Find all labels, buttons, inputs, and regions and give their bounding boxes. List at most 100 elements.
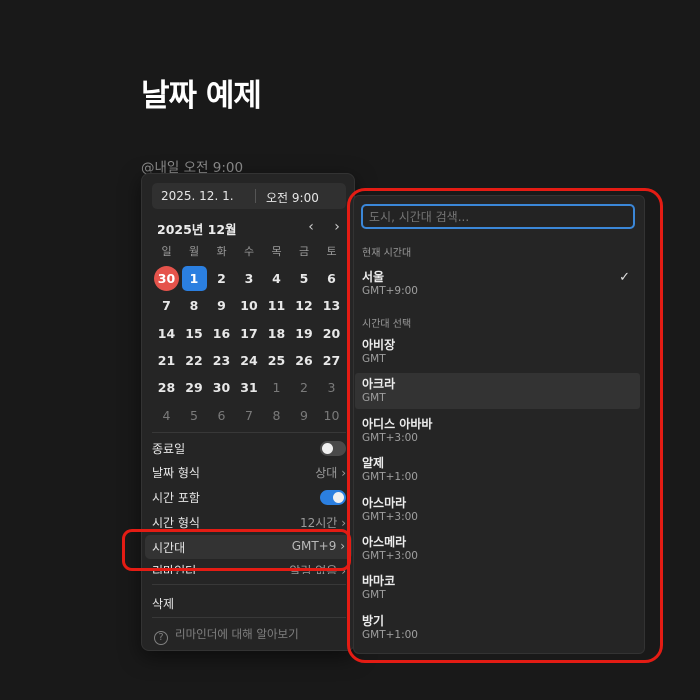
calendar-day[interactable]: 29 xyxy=(182,375,207,400)
page-title: 날짜 예제 xyxy=(141,78,262,114)
weekday-label: 금 xyxy=(298,245,310,258)
end-date-toggle[interactable] xyxy=(320,441,346,456)
calendar-day[interactable]: 15 xyxy=(182,321,207,346)
timezone-item[interactable]: 아비장 GMT xyxy=(355,334,640,370)
calendar-day[interactable]: 3 xyxy=(237,266,262,291)
calendar-day[interactable]: 5 xyxy=(292,266,317,291)
date-input[interactable]: 2025. 12. 1. xyxy=(161,189,234,203)
date-format-label: 날짜 형식 xyxy=(152,466,200,480)
timezone-row[interactable]: 시간대 GMT+9 › xyxy=(145,535,352,559)
calendar-day[interactable]: 10 xyxy=(319,403,344,428)
timezone-item-current[interactable]: 서울 GMT+9:00 ✓ xyxy=(355,266,640,302)
calendar-day[interactable]: 30 xyxy=(209,375,234,400)
timezone-value: GMT+9 › xyxy=(291,539,345,553)
timezone-city: 아스마라 xyxy=(362,495,407,510)
timezone-city: 바마코 xyxy=(362,574,396,589)
weekday-label: 화 xyxy=(216,245,227,258)
calendar-day[interactable]: 12 xyxy=(292,293,317,318)
calendar-day[interactable]: 9 xyxy=(292,403,317,428)
time-format-row[interactable]: 시간 형식 12시간 › xyxy=(152,510,346,534)
weekday-label: 월 xyxy=(188,245,200,258)
calendar-day[interactable]: 5 xyxy=(182,403,207,428)
date-format-value: 상대 › xyxy=(315,466,346,480)
scrollbar[interactable] xyxy=(640,196,644,653)
include-time-row[interactable]: 시간 포함 xyxy=(152,485,346,509)
date-format-row[interactable]: 날짜 형식 상대 › xyxy=(152,460,346,484)
calendar-day[interactable]: 16 xyxy=(209,321,234,346)
chevron-right-icon: › xyxy=(341,564,346,574)
timezone-item[interactable]: 아스메라 GMT+3:00 xyxy=(355,531,640,567)
calendar-day-today[interactable]: 30 xyxy=(154,266,179,291)
end-date-row[interactable]: 종료일 xyxy=(152,436,346,460)
calendar-day[interactable]: 18 xyxy=(264,321,289,346)
calendar-day[interactable]: 11 xyxy=(264,293,289,318)
calendar-day[interactable]: 4 xyxy=(154,403,179,428)
calendar-day[interactable]: 14 xyxy=(154,321,179,346)
timezone-search-input[interactable] xyxy=(361,204,635,229)
timezone-offset: GMT xyxy=(362,353,386,365)
calendar-day[interactable]: 17 xyxy=(237,321,262,346)
calendar-day[interactable]: 4 xyxy=(264,266,289,291)
calendar-day[interactable]: 6 xyxy=(319,266,344,291)
timezone-offset: GMT+3:00 xyxy=(362,431,418,444)
weekday-label: 토 xyxy=(326,245,337,258)
timezone-offset: GMT+1:00 xyxy=(362,471,418,484)
reminder-label: 리마인더 xyxy=(152,564,197,574)
chevron-right-icon: › xyxy=(340,539,345,553)
weekday-label: 목 xyxy=(271,245,282,258)
chevron-right-icon: › xyxy=(341,466,346,480)
calendar-day[interactable]: 27 xyxy=(319,348,344,373)
time-format-label: 시간 형식 xyxy=(152,516,200,530)
calendar-day[interactable]: 3 xyxy=(319,375,344,400)
timezone-city: 아비장 xyxy=(362,338,396,352)
time-input[interactable]: 오전 9:00 xyxy=(266,189,319,206)
prev-month-icon[interactable]: ‹ xyxy=(302,218,320,236)
date-picker-panel: 2025. 12. 1. 오전 9:00 2025년 12월 ‹ › 일 월 화… xyxy=(141,173,355,651)
timezone-city: 방기 xyxy=(362,613,385,628)
calendar-day[interactable]: 7 xyxy=(237,403,262,428)
timezone-item[interactable]: 아크라 GMT xyxy=(355,373,640,410)
reminder-row[interactable]: 리마인더 알림 없음 › xyxy=(152,560,346,574)
calendar-day-selected[interactable]: 1 xyxy=(181,266,207,291)
timezone-item[interactable]: 방기 GMT+1:00 xyxy=(355,610,640,646)
timezone-panel: 현재 시간대 서울 GMT+9:00 ✓ 시간대 선택 아비장GMT아크라GMT… xyxy=(353,195,645,654)
calendar-day[interactable]: 13 xyxy=(319,293,344,318)
date-time-field[interactable]: 2025. 12. 1. 오전 9:00 xyxy=(152,183,346,209)
calendar-day[interactable]: 28 xyxy=(154,375,179,400)
calendar-day[interactable]: 2 xyxy=(209,266,234,291)
current-timezone-heading: 현재 시간대 xyxy=(362,248,412,259)
timezone-city: 서울 xyxy=(362,270,385,284)
timezone-item[interactable]: 알제 GMT+1:00 xyxy=(355,452,640,488)
next-month-icon[interactable]: › xyxy=(328,218,346,236)
timezone-city: 아디스 아바바 xyxy=(362,416,433,431)
calendar-day[interactable]: 7 xyxy=(154,293,179,318)
timezone-offset: GMT xyxy=(362,392,386,405)
calendar-day[interactable]: 6 xyxy=(209,403,234,428)
timezone-item[interactable]: 아디스 아바바 GMT+3:00 xyxy=(355,413,640,449)
delete-row[interactable]: 삭제 xyxy=(152,591,346,615)
calendar-day[interactable]: 26 xyxy=(292,348,317,373)
calendar-day[interactable]: 20 xyxy=(319,321,344,346)
calendar-day[interactable]: 23 xyxy=(209,348,234,373)
time-format-value: 12시간 › xyxy=(300,516,346,530)
calendar-day[interactable]: 21 xyxy=(154,348,179,373)
calendar-day[interactable]: 31 xyxy=(237,375,262,400)
calendar-day[interactable]: 2 xyxy=(292,375,317,400)
calendar-day[interactable]: 8 xyxy=(264,403,289,428)
calendar-day[interactable]: 9 xyxy=(209,293,234,318)
calendar-day[interactable]: 19 xyxy=(292,321,317,346)
timezone-item[interactable]: 아스마라 GMT+3:00 xyxy=(355,492,640,528)
calendar-day[interactable]: 10 xyxy=(237,293,262,318)
timezone-item[interactable]: 바마코 GMT xyxy=(355,570,640,606)
calendar-day[interactable]: 1 xyxy=(264,375,289,400)
month-header: 2025년 12월 ‹ › xyxy=(157,219,345,239)
calendar-day[interactable]: 8 xyxy=(182,293,207,318)
include-time-toggle[interactable] xyxy=(320,490,346,505)
toggle-knob xyxy=(333,492,344,503)
calendar-day[interactable]: 25 xyxy=(264,348,289,373)
weekday-label: 일 xyxy=(161,245,172,258)
end-date-label: 종료일 xyxy=(152,442,186,456)
calendar-day[interactable]: 22 xyxy=(182,348,207,373)
calendar-day[interactable]: 24 xyxy=(237,348,262,373)
help-link[interactable]: ? 리마인더에 대해 알아보기 xyxy=(154,626,299,645)
